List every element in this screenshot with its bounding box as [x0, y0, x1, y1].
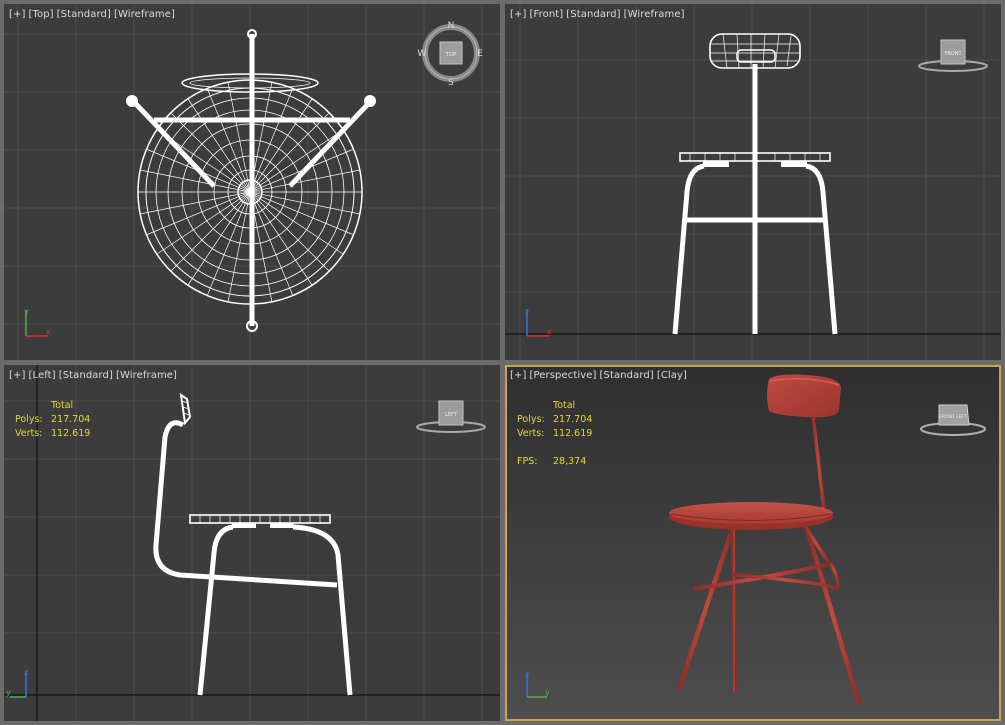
verts-value: 112.619: [553, 428, 593, 439]
viewport-top[interactable]: y x TOP N S E W [+] [Top] [Standard] [Wiref…: [4, 4, 500, 360]
verts-value: 112.619: [51, 428, 91, 439]
viewcube-left[interactable]: LEFT: [416, 400, 486, 433]
viewport-menu-plus[interactable]: [+]: [510, 370, 526, 381]
axis-tripod: y x: [24, 307, 51, 337]
svg-text:LEFT: LEFT: [445, 412, 458, 418]
viewport-label-left[interactable]: [+] [Left] [Standard] [Wireframe]: [9, 370, 180, 381]
render-style-menu[interactable]: [Wireframe]: [114, 9, 175, 20]
view-type-menu[interactable]: [Front]: [529, 9, 563, 20]
viewport-label-front[interactable]: [+] [Front] [Standard] [Wireframe]: [510, 9, 688, 20]
shading-menu[interactable]: [Standard]: [600, 370, 654, 381]
svg-text:z: z: [525, 307, 529, 316]
render-style-menu[interactable]: [Clay]: [657, 370, 687, 381]
verts-label: Verts:: [15, 428, 43, 439]
polys-label: Polys:: [517, 414, 545, 425]
axis-tripod: z y: [6, 668, 28, 698]
svg-text:E: E: [477, 49, 483, 59]
svg-text:N: N: [448, 21, 455, 31]
viewport-menu-plus[interactable]: [+]: [9, 9, 25, 20]
polys-value: 217.704: [553, 414, 593, 425]
polys-label: Polys:: [15, 414, 43, 425]
chair-front-wireframe: [672, 33, 838, 335]
svg-text:x: x: [46, 327, 51, 336]
viewcube-perspective[interactable]: FRONT LEFT: [920, 404, 986, 436]
shading-menu[interactable]: [Standard]: [57, 9, 111, 20]
viewport-perspective[interactable]: z y FRONT LEFT [+] [Perspective] [Standard…: [505, 365, 1001, 721]
view-type-menu[interactable]: [Perspective]: [529, 370, 596, 381]
shading-menu[interactable]: [Standard]: [59, 370, 113, 381]
front-view-scene: z x FRONT: [505, 4, 1001, 360]
axis-tripod: z x: [525, 307, 552, 337]
svg-text:z: z: [24, 668, 28, 677]
chair-clay-render: [669, 374, 862, 706]
render-style-menu[interactable]: [Wireframe]: [116, 370, 177, 381]
stats-header: Total: [51, 400, 74, 411]
viewport-menu-plus[interactable]: [+]: [9, 370, 25, 381]
scene-statistics: Total Polys: 217.704 Verts: 112.619 FPS: 28…: [517, 399, 592, 469]
svg-text:y: y: [24, 307, 29, 316]
verts-label: Verts:: [517, 428, 545, 439]
viewport-label-perspective[interactable]: [+] [Perspective] [Standard] [Clay]: [510, 370, 690, 381]
chair-left-wireframe: [153, 392, 353, 696]
chair-top-wireframe: [126, 29, 376, 332]
viewport-left[interactable]: z y LEFT [+] [Left] [Standard] [Wireframe] …: [4, 365, 500, 721]
viewcube-compass[interactable]: TOP N S E W: [418, 21, 484, 88]
viewport-menu-plus[interactable]: [+]: [510, 9, 526, 20]
render-style-menu[interactable]: [Wireframe]: [624, 9, 685, 20]
svg-text:y: y: [6, 688, 11, 697]
top-view-scene: y x TOP N S E W: [4, 4, 500, 360]
viewcube-front[interactable]: FRONT: [918, 39, 988, 72]
scene-statistics: Total Polys: 217.704 Verts: 112.619: [15, 399, 90, 441]
svg-text:FRONT: FRONT: [944, 51, 962, 57]
stats-header: Total: [553, 400, 576, 411]
svg-text:FRONT LEFT: FRONT LEFT: [939, 414, 967, 420]
svg-text:x: x: [547, 327, 552, 336]
axis-tripod: z y: [525, 670, 550, 698]
fps-value: 28,374: [553, 456, 587, 467]
view-type-menu[interactable]: [Top]: [28, 9, 53, 20]
svg-text:TOP: TOP: [444, 52, 457, 58]
svg-text:W: W: [418, 49, 427, 59]
viewport-label-top[interactable]: [+] [Top] [Standard] [Wireframe]: [9, 9, 178, 20]
shading-menu[interactable]: [Standard]: [566, 9, 620, 20]
view-type-menu[interactable]: [Left]: [28, 370, 55, 381]
svg-text:z: z: [525, 670, 529, 679]
fps-label: FPS:: [517, 456, 538, 467]
svg-text:S: S: [448, 78, 454, 88]
viewport-front[interactable]: z x FRONT [+] [Front] [Standard] [Wireframe…: [505, 4, 1001, 360]
svg-text:y: y: [545, 688, 550, 697]
polys-value: 217.704: [51, 414, 91, 425]
